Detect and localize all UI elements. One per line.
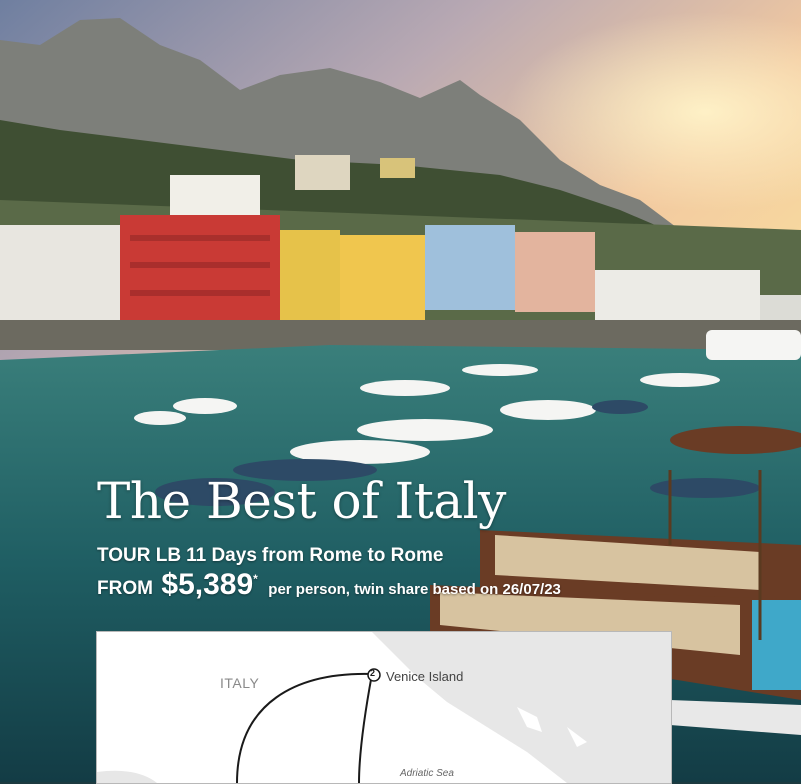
tour-title: The Best of Italy <box>97 472 506 530</box>
price-line: FROM $5,389* per person, twin share base… <box>97 568 561 602</box>
tour-duration: 11 Days <box>186 545 257 566</box>
map-sea-label: Adriatic Sea <box>400 768 454 779</box>
tour-route: from Rome to Rome <box>261 545 444 566</box>
tour-summary: TOUR LB 11 Days from Rome to Rome <box>97 545 448 567</box>
price-from-label: FROM <box>97 578 153 599</box>
price-asterisk: * <box>253 572 258 586</box>
map-stop-label: Venice Island <box>386 669 464 684</box>
stop-marker-number: 2 <box>370 668 376 678</box>
price-amount: $5,389 <box>161 568 254 601</box>
tour-code: TOUR LB <box>97 545 182 566</box>
map-country-label: ITALY <box>220 675 260 691</box>
route-map: ITALY 2 Venice Island Adriatic Sea <box>96 631 672 784</box>
price-note: per person, twin share based on 26/07/23 <box>268 581 561 598</box>
